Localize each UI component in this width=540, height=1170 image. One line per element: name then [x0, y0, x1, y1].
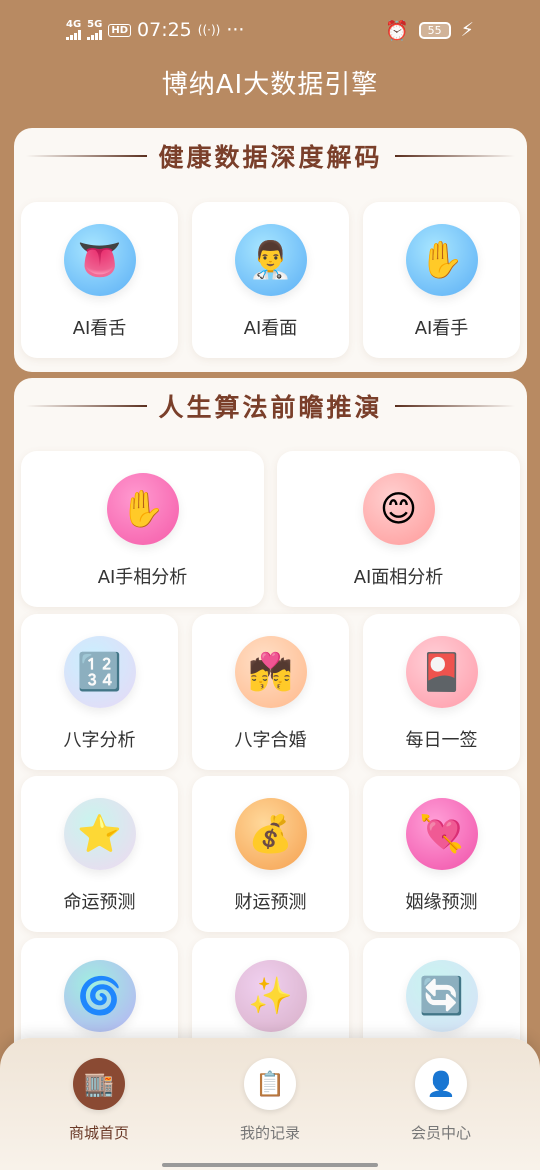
ai-hand-tile[interactable]: ✋ AI看手	[363, 202, 520, 358]
section-header: 人生算法前瞻推演	[14, 378, 527, 434]
wealth-forecast-tile[interactable]: 💰 财运预测	[192, 776, 349, 932]
tile-label: 八字分析	[63, 730, 136, 751]
tile-label: 每日一签	[405, 730, 478, 751]
bottom-nav: 🏬 商城首页 📋 我的记录 👤 会员中心	[0, 1038, 540, 1170]
star-icon: ⭐	[63, 798, 136, 870]
section-title: 人生算法前瞻推演	[158, 393, 383, 422]
doctor-icon: 👨‍⚕️	[234, 224, 307, 296]
palm-icon: ✋	[106, 473, 179, 545]
tile-label: 命运预测	[63, 892, 136, 913]
signal-4g-icon: 4G	[66, 20, 81, 40]
page-title: 博纳AI大数据引擎	[161, 70, 379, 100]
sparkles-icon: ✨	[234, 960, 307, 1032]
smile-icon: 😊	[362, 473, 435, 545]
nav-member-center[interactable]: 👤 会员中心	[381, 1058, 501, 1143]
divider	[26, 155, 147, 157]
divider	[26, 405, 147, 407]
status-bar: 4G 5G HD 07:25 ((·)) ··· ⏰ 55 ⚡	[0, 0, 540, 60]
tile-label: 八字合婚	[234, 730, 307, 751]
palm-analysis-tile[interactable]: ✋ AI手相分析	[21, 451, 264, 607]
tile-label: 财运预测	[234, 892, 307, 913]
repeat-icon: 🔄	[405, 960, 478, 1032]
couple-icon: 💏	[234, 636, 307, 708]
money-bag-icon: 💰	[234, 798, 307, 870]
tongue-icon: 👅	[63, 224, 136, 296]
tile-label: AI看面	[243, 318, 298, 339]
status-time: 07:25	[137, 19, 192, 41]
ai-face-tile[interactable]: 👨‍⚕️ AI看面	[192, 202, 349, 358]
more-dots-icon: ···	[226, 19, 245, 41]
face-analysis-tile[interactable]: 😊 AI面相分析	[277, 451, 520, 607]
divider	[394, 405, 516, 407]
signal-5g-icon: 5G	[87, 20, 102, 40]
tile-label: AI手相分析	[97, 567, 188, 588]
bazi-analysis-tile[interactable]: 🔢 八字分析	[21, 614, 178, 770]
home-indicator[interactable]	[162, 1163, 378, 1167]
tile-label: AI看舌	[72, 318, 127, 339]
nav-my-records[interactable]: 📋 我的记录	[210, 1058, 330, 1143]
tile-label: 姻缘预测	[405, 892, 478, 913]
daily-lot-tile[interactable]: 🎴 每日一签	[363, 614, 520, 770]
card-icon: 🎴	[405, 636, 478, 708]
nav-label: 会员中心	[410, 1124, 471, 1142]
battery-icon: 55	[418, 21, 451, 39]
section-header: 健康数据深度解码	[14, 128, 527, 184]
nav-store-home[interactable]: 🏬 商城首页	[39, 1058, 159, 1143]
user-icon: 👤	[415, 1058, 467, 1110]
nav-label: 我的记录	[239, 1124, 300, 1142]
marriage-forecast-tile[interactable]: 💘 姻缘预测	[363, 776, 520, 932]
tile-label: AI面相分析	[353, 567, 444, 588]
destiny-forecast-tile[interactable]: ⭐ 命运预测	[21, 776, 178, 932]
nav-label: 商城首页	[68, 1124, 129, 1142]
store-icon: 🏬	[73, 1058, 125, 1110]
bazi-marriage-tile[interactable]: 💏 八字合婚	[192, 614, 349, 770]
numbers-icon: 🔢	[63, 636, 136, 708]
tile-label: AI看手	[414, 318, 469, 339]
hd-icon: HD	[108, 23, 132, 37]
clipboard-icon: 📋	[244, 1058, 296, 1110]
health-section: 健康数据深度解码 👅 AI看舌 👨‍⚕️ AI看面 ✋ AI看手	[14, 128, 527, 372]
heart-arrow-icon: 💘	[405, 798, 478, 870]
fortune-section: 人生算法前瞻推演 ✋ AI手相分析 😊 AI面相分析 🔢 八字分析 💏 八字合婚…	[14, 378, 527, 1078]
nfc-icon: ((·))	[197, 23, 221, 37]
charging-icon: ⚡	[460, 19, 474, 41]
divider	[394, 155, 516, 157]
section-title: 健康数据深度解码	[158, 143, 383, 172]
hand-icon: ✋	[405, 224, 478, 296]
alarm-icon: ⏰	[384, 19, 409, 42]
cyclone-icon: 🌀	[63, 960, 136, 1032]
ai-tongue-tile[interactable]: 👅 AI看舌	[21, 202, 178, 358]
